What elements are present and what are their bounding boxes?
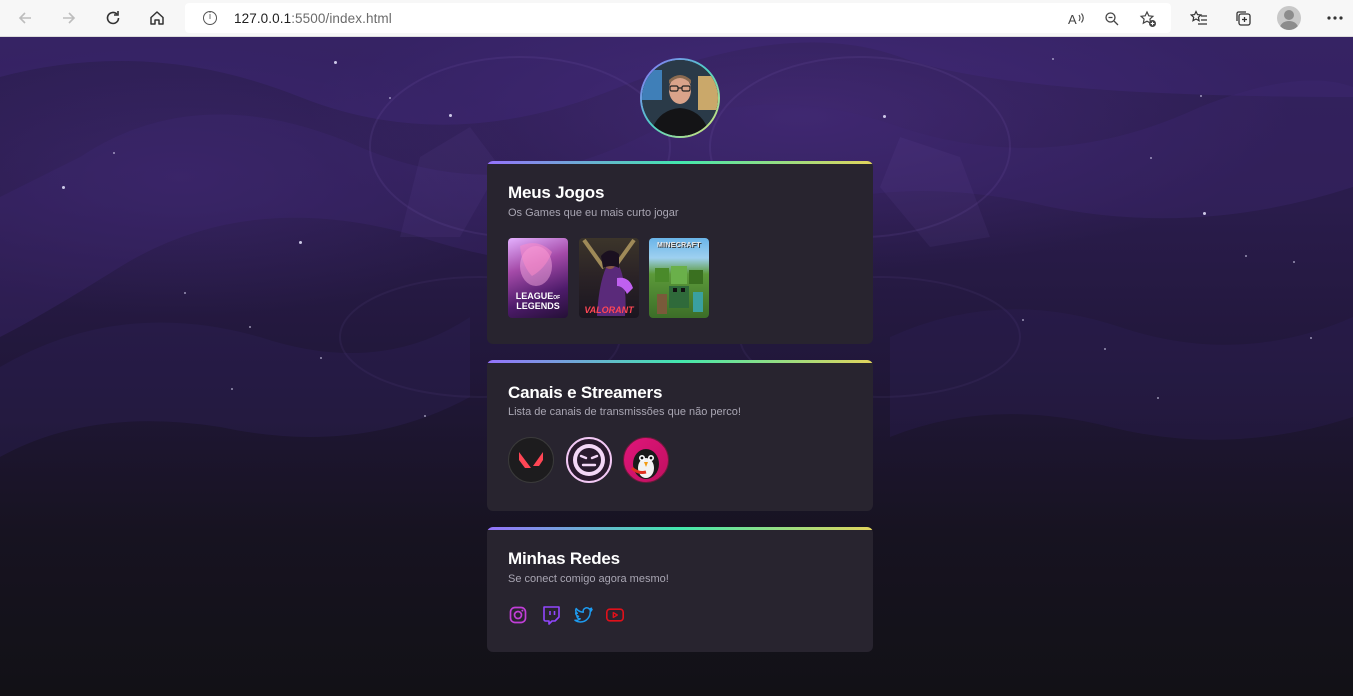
card-subtitle: Os Games que eu mais curto jogar	[508, 207, 679, 219]
browser-toolbar: i 127.0.0.1:5500/index.html A	[0, 0, 1353, 37]
star	[320, 357, 322, 359]
more-menu-icon[interactable]	[1322, 5, 1348, 31]
star	[1022, 319, 1024, 321]
home-icon	[150, 11, 164, 25]
channel-valorant[interactable]	[508, 437, 554, 483]
refresh-icon	[106, 11, 120, 25]
card-title: Meus Jogos	[508, 183, 605, 202]
forward-arrow-icon	[63, 12, 76, 24]
card-title: Minhas Redes	[508, 549, 620, 568]
star	[1150, 157, 1152, 159]
twitch-icon[interactable]	[541, 605, 561, 625]
star	[424, 415, 426, 417]
back-arrow-icon	[18, 12, 31, 24]
star	[1157, 397, 1159, 399]
socials-card: Minhas Redes Se conect comigo agora mesm…	[487, 527, 873, 652]
star	[1104, 348, 1106, 350]
url-text[interactable]: 127.0.0.1:5500/index.html	[234, 11, 392, 26]
star	[1310, 337, 1312, 339]
star	[1293, 261, 1295, 263]
star	[1245, 255, 1247, 257]
star	[334, 61, 337, 64]
zoom-icon[interactable]	[1101, 8, 1123, 30]
forward-button[interactable]	[54, 4, 84, 32]
game-valorant[interactable]: VALORANT	[579, 238, 639, 318]
site-info-icon[interactable]: i	[203, 11, 217, 25]
star	[1203, 212, 1206, 215]
svg-text:A: A	[1068, 12, 1077, 27]
home-button[interactable]	[142, 4, 172, 32]
star	[231, 388, 233, 390]
channel-face[interactable]	[566, 437, 612, 483]
game-label: VALORANT	[584, 305, 634, 315]
address-bar[interactable]: i 127.0.0.1:5500/index.html A	[185, 3, 1171, 33]
card-subtitle: Lista de canais de transmissões que não …	[508, 406, 741, 418]
games-card: Meus Jogos Os Games que eu mais curto jo…	[487, 161, 873, 344]
card-subtitle: Se conect comigo agora mesmo!	[508, 573, 669, 585]
card-title: Canais e Streamers	[508, 383, 663, 402]
star	[62, 186, 65, 189]
add-favorite-icon[interactable]	[1137, 8, 1159, 30]
game-label: LEGENDS	[516, 301, 560, 311]
instagram-icon[interactable]	[508, 605, 528, 625]
star	[113, 152, 115, 154]
favorites-icon[interactable]	[1186, 5, 1212, 31]
refresh-button[interactable]	[98, 4, 128, 32]
read-aloud-icon[interactable]: A	[1066, 8, 1088, 30]
face-logo-icon	[573, 444, 605, 476]
star	[249, 326, 251, 328]
penguin-logo-icon	[630, 449, 659, 479]
star	[1200, 95, 1202, 97]
star	[449, 114, 452, 117]
collections-icon[interactable]	[1230, 5, 1256, 31]
star	[184, 292, 186, 294]
game-league-of-legends[interactable]: LEAGUEOF LEGENDS	[508, 238, 568, 318]
game-label: MINECRAFT	[657, 242, 701, 249]
valorant-logo-icon	[519, 452, 543, 468]
game-minecraft[interactable]: MINECRAFT	[649, 238, 709, 318]
star	[389, 97, 391, 99]
star	[883, 115, 886, 118]
profile-avatar-icon[interactable]	[1277, 6, 1301, 30]
profile-photo	[642, 60, 718, 136]
youtube-icon[interactable]	[605, 605, 625, 625]
channel-penguin[interactable]	[623, 437, 669, 483]
back-button[interactable]	[10, 4, 40, 32]
twitter-icon[interactable]	[574, 605, 594, 625]
channels-card: Canais e Streamers Lista de canais de tr…	[487, 360, 873, 511]
profile-avatar	[640, 58, 720, 138]
page-background: Meus Jogos Os Games que eu mais curto jo…	[0, 37, 1353, 696]
star	[1052, 58, 1054, 60]
star	[299, 241, 302, 244]
